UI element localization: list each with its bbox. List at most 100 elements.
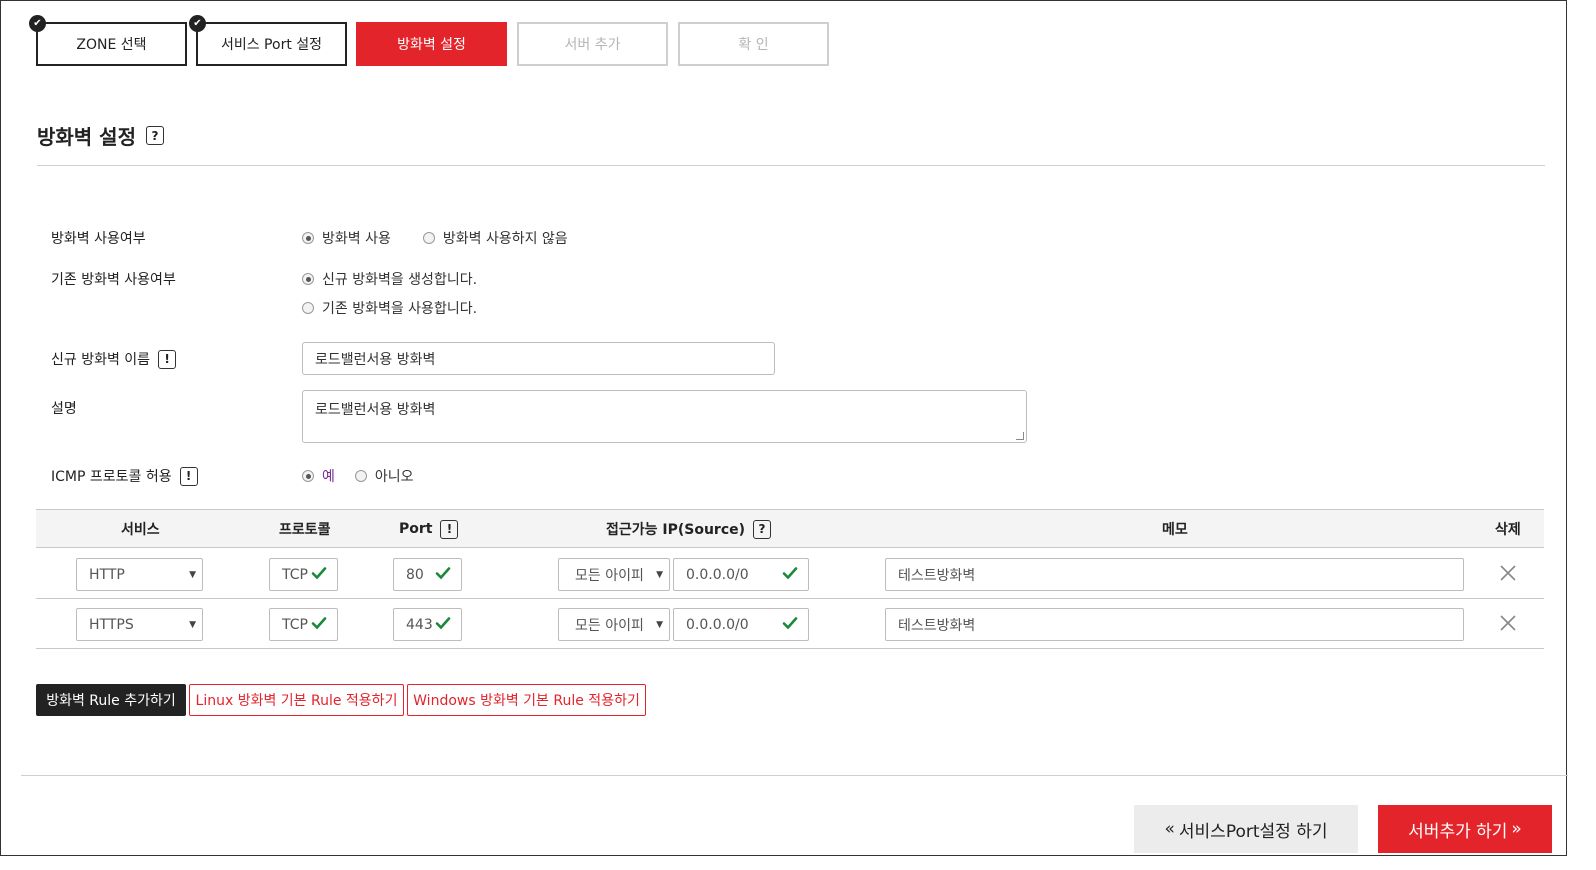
step-zone-select[interactable]: ✔ ZONE 선택 xyxy=(29,15,187,66)
resize-handle-icon[interactable] xyxy=(1016,432,1024,440)
step-label: 서비스 Port 설정 xyxy=(220,37,323,53)
info-icon[interactable]: ! xyxy=(179,466,198,486)
service-select[interactable]: HTTP ▼ xyxy=(76,558,203,591)
info-icon[interactable]: ! xyxy=(158,349,177,369)
radio-label: 기존 방화벽을 사용합니다. xyxy=(322,301,478,317)
icmp-label: ICMP 프로토콜 허용 ! xyxy=(51,466,198,486)
radio-icon[interactable] xyxy=(302,302,314,314)
select-value: HTTPS xyxy=(89,616,134,633)
step-firewall[interactable]: 방화벽 설정 xyxy=(356,22,507,66)
radio-existing-firewall[interactable]: 기존 방화벽을 사용합니다. xyxy=(302,298,477,318)
help-icon[interactable]: ? xyxy=(145,126,164,145)
double-chevron-right-icon: » xyxy=(1511,819,1522,839)
radio-icmp-no[interactable]: 아니오 xyxy=(354,466,414,486)
col-memo: 메모 xyxy=(1162,510,1188,548)
check-circle-icon: ✔ xyxy=(189,15,206,32)
step-label: 확 인 xyxy=(738,37,769,53)
select-value: 모든 아이피 xyxy=(575,567,644,584)
header-text: 메모 xyxy=(1162,522,1188,538)
rules-table-header: 서비스 프로토콜 Port ! 접근가능 IP(Source) ? 메모 삭제 xyxy=(36,509,1544,548)
description-textarea[interactable]: 로드밸런서용 방화벽 xyxy=(302,390,1027,443)
textarea-value: 로드밸런서용 방화벽 xyxy=(315,402,436,418)
col-port: Port ! xyxy=(399,510,459,548)
check-icon xyxy=(782,617,798,630)
radio-label: 예 xyxy=(322,469,335,485)
memo-input[interactable]: 테스트방화벽 xyxy=(885,558,1464,591)
step-add-server: 서버 추가 xyxy=(517,22,668,66)
new-firewall-name-label: 신규 방화벽 이름 ! xyxy=(51,349,177,369)
label-text: 설명 xyxy=(51,401,77,417)
prev-step-button[interactable]: « 서비스Port설정 하기 xyxy=(1134,805,1358,853)
radio-icmp-yes[interactable]: 예 xyxy=(302,466,335,486)
radio-selected-icon[interactable] xyxy=(302,470,314,482)
dropdown-arrow-icon: ▼ xyxy=(189,620,196,630)
help-icon[interactable]: ? xyxy=(753,519,772,539)
dropdown-arrow-icon: ▼ xyxy=(656,620,663,630)
port-field[interactable]: 443 xyxy=(393,608,462,641)
radio-icon[interactable] xyxy=(422,232,435,244)
source-ip-field[interactable]: 0.0.0.0/0 xyxy=(673,558,809,591)
port-field[interactable]: 80 xyxy=(393,558,462,591)
radio-selected-icon[interactable] xyxy=(302,232,314,244)
use-firewall-label: 방화벽 사용여부 xyxy=(51,228,146,248)
check-icon xyxy=(311,567,327,580)
delete-icon[interactable] xyxy=(1498,563,1518,583)
protocol-field[interactable]: TCP xyxy=(269,558,338,591)
input-value: 테스트방화벽 xyxy=(898,617,976,634)
radio-icon[interactable] xyxy=(354,470,367,482)
memo-input[interactable]: 테스트방화벽 xyxy=(885,608,1464,641)
icmp-radio-group: 예 아니오 xyxy=(302,466,446,486)
label-text: 방화벽 사용여부 xyxy=(51,231,146,247)
check-circle-icon: ✔ xyxy=(29,15,46,32)
divider xyxy=(37,165,1545,166)
dropdown-arrow-icon: ▼ xyxy=(656,570,663,580)
check-icon xyxy=(311,617,327,630)
field-value: 80 xyxy=(406,566,424,583)
step-label: 방화벽 설정 xyxy=(397,37,466,53)
input-value: 로드밸런서용 방화벽 xyxy=(315,351,436,368)
step-label: ZONE 선택 xyxy=(76,37,147,53)
col-delete: 삭제 xyxy=(1495,510,1521,548)
source-ip-field[interactable]: 0.0.0.0/0 xyxy=(673,608,809,641)
label-text: ICMP 프로토콜 허용 xyxy=(51,469,172,485)
next-step-button[interactable]: 서버추가 하기 » xyxy=(1378,805,1552,853)
dropdown-arrow-icon: ▼ xyxy=(189,570,196,580)
label-text: 신규 방화벽 이름 xyxy=(51,352,151,368)
check-icon xyxy=(782,567,798,580)
radio-selected-icon[interactable] xyxy=(302,273,314,285)
add-rule-button[interactable]: 방화벽 Rule 추가하기 xyxy=(36,684,186,716)
page-title: 방화벽 설정 xyxy=(37,125,136,149)
source-type-select[interactable]: 모든 아이피 ▼ xyxy=(558,558,670,591)
info-icon[interactable]: ! xyxy=(440,519,459,539)
description-label: 설명 xyxy=(51,398,77,418)
linux-default-rule-button[interactable]: Linux 방화벽 기본 Rule 적용하기 xyxy=(189,684,404,716)
windows-default-rule-button[interactable]: Windows 방화벽 기본 Rule 적용하기 xyxy=(407,684,646,716)
step-service-port[interactable]: ✔ 서비스 Port 설정 xyxy=(189,15,347,66)
service-select[interactable]: HTTPS ▼ xyxy=(76,608,203,641)
delete-icon[interactable] xyxy=(1498,613,1518,633)
header-text: 서비스 xyxy=(121,522,160,538)
firewall-name-input[interactable]: 로드밸런서용 방화벽 xyxy=(302,342,775,375)
button-label: 서버추가 하기 xyxy=(1408,821,1508,842)
header-text: 접근가능 IP(Source) xyxy=(606,522,746,538)
field-value: 0.0.0.0/0 xyxy=(686,616,749,633)
radio-new-firewall[interactable]: 신규 방화벽을 생성합니다. xyxy=(302,269,477,289)
header-text: 프로토콜 xyxy=(279,522,331,538)
radio-label: 신규 방화벽을 생성합니다. xyxy=(322,272,478,288)
table-row: HTTPS ▼ TCP 443 모든 아이피 ▼ 0.0.0.0/0 테스트방화… xyxy=(36,599,1544,649)
button-label: 서비스Port설정 하기 xyxy=(1178,821,1328,842)
radio-use-firewall[interactable]: 방화벽 사용 xyxy=(302,228,391,248)
radio-no-firewall[interactable]: 방화벽 사용하지 않음 xyxy=(422,228,568,248)
use-firewall-radio-group: 방화벽 사용 방화벽 사용하지 않음 xyxy=(302,228,600,248)
field-value: TCP xyxy=(282,616,308,633)
step-confirm: 확 인 xyxy=(678,22,829,66)
radio-label: 방화벽 사용하지 않음 xyxy=(442,231,568,247)
header-text: Port xyxy=(399,521,433,537)
source-type-select[interactable]: 모든 아이피 ▼ xyxy=(558,608,670,641)
firewall-settings-page: ✔ ZONE 선택 ✔ 서비스 Port 설정 방화벽 설정 서버 추가 확 인… xyxy=(0,0,1568,856)
check-icon xyxy=(435,567,451,580)
protocol-field[interactable]: TCP xyxy=(269,608,338,641)
existing-firewall-label: 기존 방화벽 사용여부 xyxy=(51,269,176,289)
field-value: TCP xyxy=(282,566,308,583)
field-value: 443 xyxy=(406,616,433,633)
